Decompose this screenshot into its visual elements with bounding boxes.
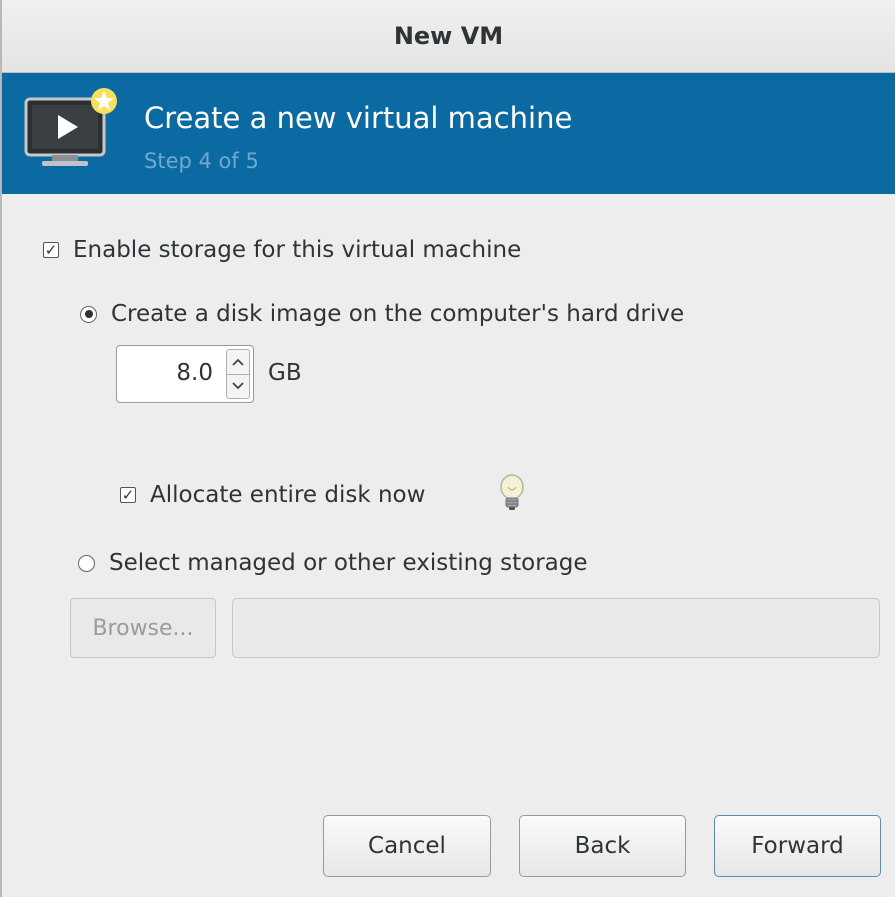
enable-storage-label: Enable storage for this virtual machine (73, 237, 522, 263)
decrement-button[interactable] (227, 374, 249, 398)
new-vm-dialog: New VM Create a new virtual machine Step… (0, 0, 895, 897)
managed-storage-radio[interactable]: Select managed or other existing storage (78, 550, 588, 576)
cancel-button[interactable]: Cancel (323, 815, 491, 877)
chevron-down-icon (232, 382, 244, 390)
create-disk-radio[interactable]: Create a disk image on the computer's ha… (80, 301, 684, 327)
managed-storage-label: Select managed or other existing storage (109, 550, 588, 576)
wizard-title: Create a new virtual machine (144, 101, 573, 135)
wizard-header: Create a new virtual machine Step 4 of 5 (2, 73, 895, 194)
wizard-step: Step 4 of 5 (144, 149, 259, 173)
lightbulb-icon (500, 474, 524, 510)
radio-selected[interactable] (80, 305, 97, 323)
monitor-play-icon (24, 88, 117, 166)
increment-button[interactable] (227, 350, 249, 375)
window-titlebar[interactable]: New VM (2, 0, 895, 73)
browse-button[interactable]: Browse... (70, 598, 216, 658)
allocate-disk-checkbox[interactable]: ✓ Allocate entire disk now (120, 482, 425, 508)
enable-storage-checkbox[interactable]: ✓ Enable storage for this virtual machin… (43, 237, 521, 263)
radio-unselected[interactable] (78, 554, 95, 572)
disk-size-value[interactable]: 8.0 (176, 360, 213, 386)
forward-button[interactable]: Forward (714, 815, 881, 877)
checkbox-box[interactable]: ✓ (120, 487, 136, 503)
back-button[interactable]: Back (519, 815, 686, 877)
window-title: New VM (393, 22, 504, 50)
disk-size-spinner[interactable]: 8.0 (116, 345, 254, 403)
disk-size-unit: GB (268, 360, 302, 386)
allocate-disk-label: Allocate entire disk now (150, 482, 426, 508)
chevron-up-icon (232, 358, 244, 366)
storage-path-input[interactable] (232, 598, 880, 658)
create-disk-label: Create a disk image on the computer's ha… (111, 301, 685, 327)
spinner-buttons (226, 349, 250, 399)
checkbox-box[interactable]: ✓ (43, 242, 59, 258)
